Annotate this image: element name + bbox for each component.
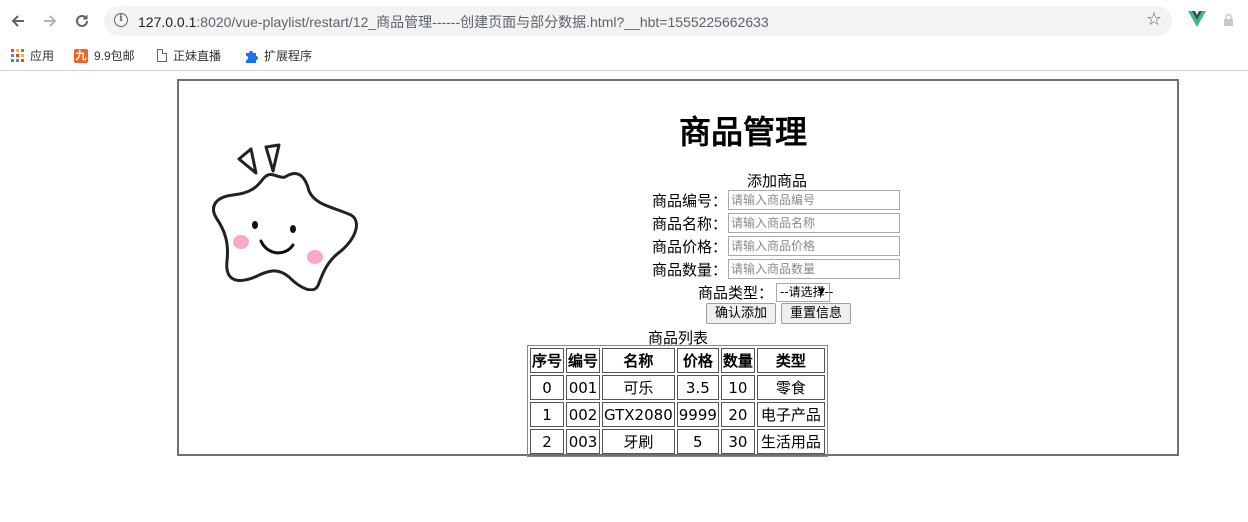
url-text: 127.0.0.1:8020/vue-playlist/restart/12_商…	[138, 14, 769, 30]
cell-qty: 10	[720, 375, 755, 400]
table-row: 0 001 可乐 3.5 10 零食	[530, 375, 825, 400]
goods-id-label: 商品编号：	[652, 191, 728, 210]
goods-type-label: 商品类型：	[698, 283, 774, 302]
bookmarks-bar: 应用 九 9.9包邮 正妹直播 扩展程序	[0, 42, 1248, 71]
goods-name-input[interactable]	[728, 213, 901, 233]
cell-qty: 30	[720, 429, 755, 454]
goods-type-selected: --请选择--	[780, 284, 834, 299]
table-row: 1 002 GTX2080 9999 20 电子产品	[530, 402, 825, 427]
goods-name-label: 商品名称：	[652, 214, 728, 233]
apps-grid-icon	[11, 49, 24, 62]
star-mascot-image	[212, 143, 358, 291]
cell-index: 0	[530, 375, 565, 400]
site-info-icon[interactable]: i	[114, 13, 128, 27]
header-price: 价格	[676, 348, 719, 373]
cell-name: 可乐	[602, 375, 675, 400]
goods-type-row: 商品类型： --请选择-- ▼	[698, 281, 834, 303]
header-type: 类型	[756, 348, 825, 373]
bookmark-label: 应用	[30, 49, 55, 63]
dropdown-arrow-icon: ▼	[818, 286, 826, 297]
cell-code: 001	[566, 375, 601, 400]
table-row: 2 003 牙刷 5 30 生活用品	[530, 429, 825, 454]
goods-id-row: 商品编号：	[652, 189, 901, 211]
reload-icon[interactable]	[70, 9, 94, 33]
bookmark-label: 9.9包邮	[94, 49, 135, 63]
cell-code: 003	[566, 429, 601, 454]
bookmark-label: 正妹直播	[173, 49, 222, 63]
bookmark-apps[interactable]: 应用	[11, 47, 54, 64]
bookmark-label: 扩展程序	[264, 49, 313, 63]
goods-id-input[interactable]	[728, 190, 901, 210]
cell-index: 1	[530, 402, 565, 427]
cell-index: 2	[530, 429, 565, 454]
cell-price: 3.5	[676, 375, 719, 400]
nine-icon: 九	[74, 48, 88, 63]
add-goods-caption: 添加商品	[747, 172, 808, 190]
cell-type: 电子产品	[756, 402, 825, 427]
goods-name-row: 商品名称：	[652, 212, 901, 234]
puzzle-icon	[244, 49, 258, 63]
cell-code: 002	[566, 402, 601, 427]
header-index: 序号	[530, 348, 565, 373]
cell-name: GTX2080	[602, 402, 675, 427]
header-name: 名称	[602, 348, 675, 373]
goods-qty-input[interactable]	[728, 259, 901, 279]
forward-icon[interactable]	[38, 9, 62, 33]
vue-devtools-icon[interactable]	[1188, 11, 1206, 31]
header-qty: 数量	[720, 348, 755, 373]
bookmark-9-9[interactable]: 九 9.9包邮	[74, 47, 135, 64]
reset-info-button[interactable]: 重置信息	[781, 303, 851, 324]
extension-lock-icon[interactable]	[1223, 12, 1234, 26]
page-title: 商品管理	[679, 113, 808, 151]
goods-table: 序号 编号 名称 价格 数量 类型 0 001 可乐 3.5 10 零食 1 0…	[527, 345, 828, 457]
bookmark-star-icon[interactable]: ☆	[1146, 9, 1162, 30]
header-code: 编号	[566, 348, 601, 373]
cell-price: 9999	[676, 402, 719, 427]
goods-qty-label: 商品数量：	[652, 260, 728, 279]
goods-price-row: 商品价格：	[652, 235, 901, 257]
goods-price-input[interactable]	[728, 236, 901, 256]
address-bar[interactable]: i 127.0.0.1:8020/vue-playlist/restart/12…	[104, 6, 1172, 36]
bookmark-live[interactable]: 正妹直播	[157, 47, 221, 64]
goods-type-select[interactable]: --请选择-- ▼	[776, 282, 834, 302]
bookmark-extensions[interactable]: 扩展程序	[244, 47, 312, 64]
goods-price-label: 商品价格：	[652, 237, 728, 256]
cell-name: 牙刷	[602, 429, 675, 454]
confirm-add-button[interactable]: 确认添加	[706, 303, 776, 324]
goods-qty-row: 商品数量：	[652, 258, 901, 280]
cell-type: 零食	[756, 375, 825, 400]
page-icon	[157, 49, 167, 62]
back-icon[interactable]	[6, 9, 30, 33]
goods-manager-container: 商品管理 添加商品 商品编号： 商品名称： 商品价格： 商品数量： 商品类型： …	[177, 79, 1179, 457]
cell-price: 5	[676, 429, 719, 454]
cell-type: 生活用品	[756, 429, 825, 454]
cell-qty: 20	[720, 402, 755, 427]
table-header-row: 序号 编号 名称 价格 数量 类型	[530, 348, 825, 373]
browser-toolbar: i 127.0.0.1:8020/vue-playlist/restart/12…	[0, 0, 1248, 42]
